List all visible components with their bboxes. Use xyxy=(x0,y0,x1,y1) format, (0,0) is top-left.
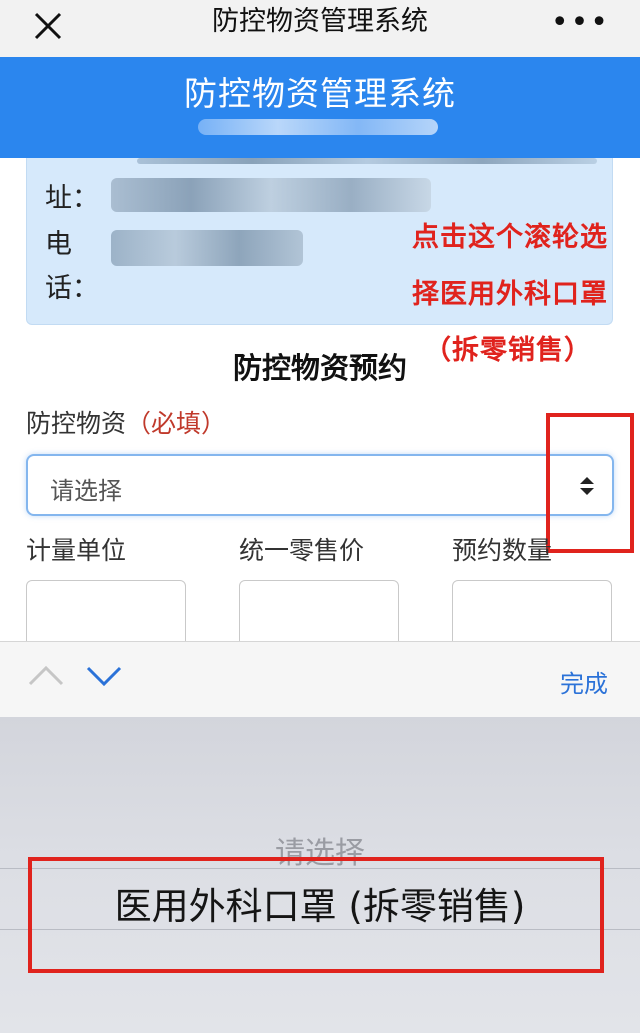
annotation-highlight-box xyxy=(28,857,604,973)
price-input[interactable] xyxy=(239,580,399,650)
done-button[interactable]: 完成 xyxy=(560,664,608,699)
more-options-icon[interactable]: ••• xyxy=(551,8,610,38)
phone-label-line1: 电 xyxy=(45,229,72,260)
blurred-text xyxy=(137,158,597,164)
supplies-field-label: 防控物资（必填） xyxy=(26,404,226,440)
select-value: 请选择 xyxy=(50,477,122,505)
supplies-select[interactable]: 请选择 xyxy=(26,454,614,516)
phone-label-line2: 话： xyxy=(45,273,99,304)
quantity-label: 预约数量 xyxy=(452,536,553,565)
section-title: 防控物资预约 xyxy=(232,351,407,385)
address-label: 址： xyxy=(45,183,99,214)
supplies-label-text: 防控物资 xyxy=(26,409,127,438)
blurred-phone xyxy=(111,230,303,266)
page-header: 防控物资管理系统 xyxy=(0,57,640,158)
picker-toolbar: 完成 xyxy=(0,641,640,717)
price-label: 统一零售价 xyxy=(239,536,365,565)
annotation-highlight-box xyxy=(546,413,634,553)
page-title: 防控物资管理系统 xyxy=(184,74,456,113)
blurred-address xyxy=(111,178,431,212)
annotation-line-1: 点击这个滚轮选 xyxy=(412,222,608,253)
unit-input[interactable] xyxy=(26,580,186,650)
wechat-title-bar: 防控物资管理系统 ••• xyxy=(0,0,640,57)
window-title: 防控物资管理系统 xyxy=(212,6,428,37)
unit-label: 计量单位 xyxy=(26,536,127,565)
picker-wheel[interactable]: 请选择 医用外科口罩 (拆零销售) xyxy=(0,717,640,1033)
annotation-line-2: 择医用外科口罩 xyxy=(412,279,608,310)
blurred-subtitle xyxy=(198,119,438,135)
chevron-up-icon[interactable] xyxy=(26,660,66,690)
quantity-input[interactable] xyxy=(452,580,612,650)
required-marker: （必填） xyxy=(126,409,227,438)
chevron-down-icon[interactable] xyxy=(84,660,124,690)
